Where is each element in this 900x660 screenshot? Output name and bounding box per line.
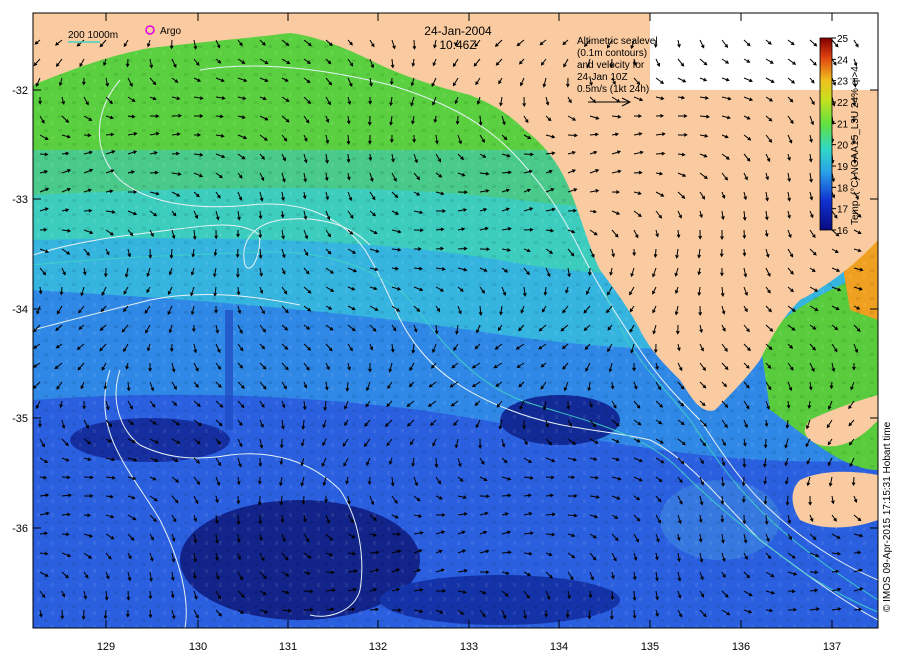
note-line-3: and velocity for — [577, 60, 645, 71]
sst-map: 129 130 131 132 133 134 135 136 137 -32 … — [12, 12, 893, 653]
x-tick-label: 137 — [823, 641, 841, 653]
map-time: 10:46Z — [439, 38, 476, 52]
colorbar-tick-label: 20 — [837, 141, 849, 152]
x-tick-label: 131 — [279, 641, 297, 653]
bathymetry-legend-label: 200 1000m — [68, 30, 118, 41]
note-line-4: 24-Jan 10Z — [577, 72, 628, 83]
y-tick-label: -32 — [12, 85, 28, 97]
note-line-5: 0.5m/s (1kt 24h) — [577, 84, 649, 95]
x-tick-label: 132 — [369, 641, 387, 653]
colorbar-tick-label: 19 — [837, 162, 849, 173]
y-tick-label: -34 — [12, 304, 28, 316]
x-tick-label: 135 — [641, 641, 659, 653]
x-tick-label: 133 — [460, 641, 478, 653]
colorbar-tick-label: 25 — [837, 34, 849, 45]
note-line-2: (0.1m contours) — [577, 48, 647, 59]
colorbar-tick-label: 18 — [837, 183, 849, 194]
credit-text: © IMOS 09-Apr-2015 17:15:31 Hobart time — [882, 421, 893, 612]
colorbar — [819, 37, 833, 231]
argo-legend-label: Argo — [160, 26, 182, 37]
y-tick-label: -36 — [12, 523, 28, 535]
map-date: 24-Jan-2004 — [424, 24, 492, 38]
x-tick-label: 129 — [97, 641, 115, 653]
colorbar-tick-label: 17 — [837, 205, 849, 216]
x-tick-label: 134 — [550, 641, 568, 653]
colorbar-tick-label: 24 — [837, 55, 849, 66]
y-tick-label: -35 — [12, 413, 28, 425]
colorbar-tick-label: 16 — [837, 226, 849, 237]
x-tick-label: 136 — [732, 641, 750, 653]
note-line-1: Altimetric sealevel — [577, 36, 658, 47]
colorbar-tick-label: 23 — [837, 77, 849, 88]
colorbar-label: Temp. (°C) NOAA15_L3U 24% qi>4 — [850, 66, 861, 225]
x-tick-label: 130 — [189, 641, 207, 653]
y-tick-label: -33 — [12, 194, 28, 206]
colorbar-tick-label: 22 — [837, 98, 849, 109]
colorbar-tick-label: 21 — [837, 119, 849, 130]
